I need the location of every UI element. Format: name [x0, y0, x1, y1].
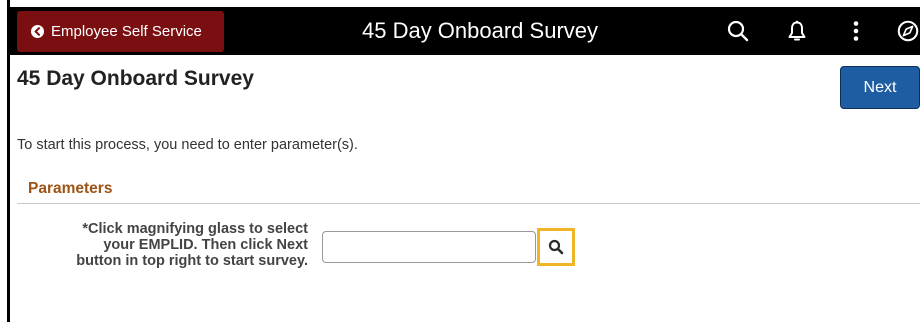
field-label-line: *Click magnifying glass to select: [82, 221, 308, 237]
app-frame: Employee Self Service 45 Day Onboard Sur…: [0, 0, 920, 322]
section-divider: [17, 203, 920, 204]
back-button[interactable]: Employee Self Service: [17, 11, 224, 52]
emplid-lookup-button[interactable]: [537, 228, 575, 266]
field-label-line: button in top right to start survey.: [76, 253, 308, 269]
emplid-input[interactable]: [322, 231, 536, 263]
chevron-left-icon: [31, 25, 44, 38]
header-title: 45 Day Onboard Survey: [361, 18, 599, 43]
search-icon[interactable]: [724, 17, 752, 45]
more-vertical-icon[interactable]: [842, 17, 870, 45]
page-title: 45 Day Onboard Survey: [17, 67, 254, 90]
field-label-line: your EMPLID. Then click Next: [103, 237, 308, 253]
next-button[interactable]: Next: [840, 66, 920, 109]
instruction-text: To start this process, you need to enter…: [17, 137, 358, 153]
back-button-label: Employee Self Service: [51, 23, 202, 40]
bell-icon[interactable]: [783, 17, 811, 45]
parameters-heading: Parameters: [28, 180, 113, 197]
search-icon: [548, 239, 564, 255]
frame-left-border: [7, 0, 10, 322]
top-edge: [0, 0, 920, 7]
emplid-field-label: *Click magnifying glass to select your E…: [17, 221, 308, 269]
compass-icon[interactable]: [896, 17, 920, 45]
